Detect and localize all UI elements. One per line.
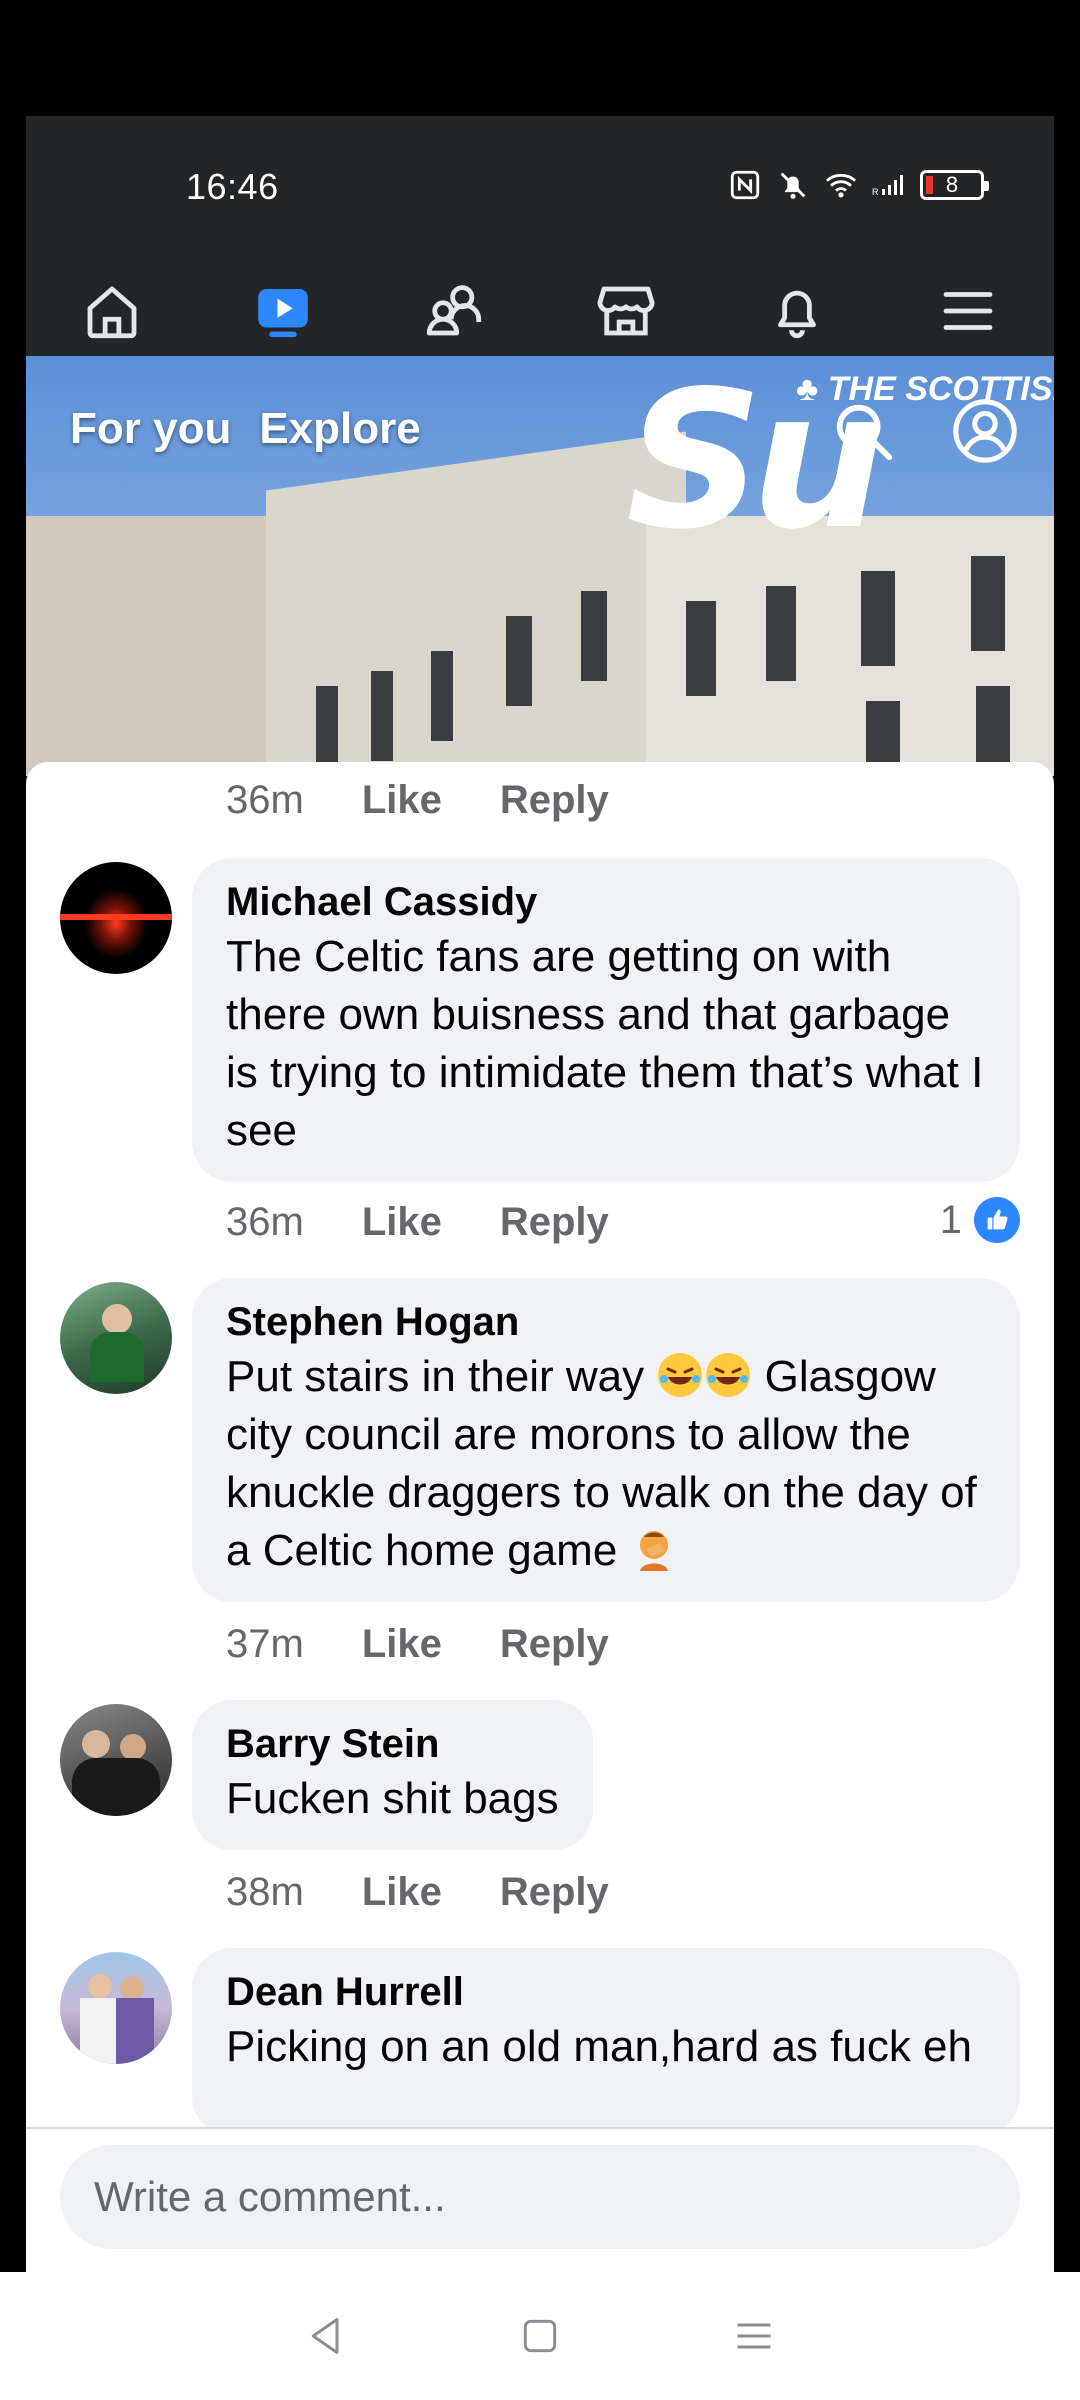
comment-text: Picking on an old man,hard as fuck eh: [226, 2022, 973, 2071]
comment-time: 36m: [226, 777, 304, 822]
friends-icon: [427, 285, 482, 336]
comment-text-part: Put stairs in their way: [226, 1352, 645, 1401]
comments-panel: 36m Like Reply Michael Cassidy The Celti…: [26, 762, 1054, 2272]
reply-button[interactable]: Reply: [500, 778, 609, 823]
like-button[interactable]: Like: [362, 1200, 442, 1245]
comment-bubble: Stephen Hogan Put stairs in their way Gl…: [192, 1278, 1020, 1602]
nav-notifications[interactable]: [711, 251, 882, 371]
nav-friends[interactable]: [369, 251, 540, 371]
laughing-emoji-icon: [706, 1353, 751, 1397]
video-window: [371, 671, 393, 761]
comment-time: 38m: [226, 1869, 304, 1914]
home-square-icon[interactable]: [518, 2314, 562, 2358]
like-button[interactable]: Like: [362, 778, 442, 823]
thumbs-up-icon: [974, 1197, 1020, 1243]
status-icons: R 8: [728, 168, 989, 202]
comment-bubble: Michael Cassidy The Celtic fans are gett…: [192, 858, 1020, 1182]
video-window: [581, 591, 607, 681]
notifications-icon: [778, 290, 816, 339]
video-window: [766, 586, 796, 681]
marketplace-icon: [597, 286, 655, 336]
video-window: [971, 556, 1005, 651]
tab-for-you[interactable]: For you: [70, 404, 231, 454]
mute-icon: [780, 172, 806, 199]
profile-icon[interactable]: [950, 396, 1020, 466]
video-window: [686, 601, 716, 696]
video-tabs: For you Explore: [70, 404, 421, 454]
comments-list[interactable]: 36m Like Reply Michael Cassidy The Celti…: [26, 762, 1054, 2127]
home-icon: [87, 286, 137, 339]
recents-icon[interactable]: [732, 2314, 776, 2358]
reply-button[interactable]: Reply: [500, 1870, 609, 1915]
comment-author[interactable]: Michael Cassidy: [226, 876, 986, 928]
comment-meta: 37m Like Reply: [226, 1614, 609, 1674]
video-player[interactable]: Su ♣ THE SCOTTISH For you Explore: [26, 356, 1054, 776]
comment-author[interactable]: Stephen Hogan: [226, 1296, 986, 1348]
like-button[interactable]: Like: [362, 1622, 442, 1667]
back-icon[interactable]: [304, 2314, 348, 2358]
nav-menu[interactable]: [883, 251, 1054, 371]
avatar[interactable]: [60, 862, 172, 974]
comment-text: The Celtic fans are getting on with ther…: [226, 932, 984, 1155]
battery-level: 8: [945, 172, 959, 197]
comment-bubble: Dean Hurrell Picking on an old man,hard …: [192, 1948, 1020, 2127]
comment-input[interactable]: Write a comment...: [60, 2145, 1020, 2249]
comment-meta: 38m Like Reply: [226, 1862, 609, 1922]
like-button[interactable]: Like: [362, 1870, 442, 1915]
status-time: 16:46: [186, 166, 279, 207]
menu-icon: [943, 292, 993, 330]
facepalm-emoji-icon: [639, 1531, 668, 1571]
comment-bubble: Barry Stein Fucken shit bags: [192, 1700, 593, 1850]
avatar[interactable]: [60, 1952, 172, 2064]
signal-icon: R: [872, 175, 903, 197]
nav-marketplace[interactable]: [540, 251, 711, 371]
video-window: [506, 616, 532, 706]
video-window: [431, 651, 453, 741]
svg-text:R: R: [872, 187, 879, 197]
comment-time: 37m: [226, 1621, 304, 1666]
video-window: [861, 571, 895, 666]
search-icon[interactable]: [828, 396, 898, 466]
wifi-icon: [825, 173, 857, 198]
reply-button[interactable]: Reply: [500, 1200, 609, 1245]
avatar[interactable]: [60, 1282, 172, 1394]
app-window: 16:46 R 8 Su ♣ THE SCOTTISH For you Expl…: [26, 116, 1054, 2272]
comment-author[interactable]: Dean Hurrell: [226, 1966, 986, 2018]
nav-video[interactable]: [197, 251, 368, 371]
tab-explore[interactable]: Explore: [259, 404, 420, 454]
reaction-count[interactable]: 1: [940, 1190, 1020, 1250]
comment-composer-bar: Write a comment...: [26, 2127, 1054, 2272]
comment-author[interactable]: Barry Stein: [226, 1718, 559, 1770]
reaction-number: 1: [939, 1197, 962, 1242]
nav-home[interactable]: [26, 251, 197, 371]
avatar[interactable]: [60, 1704, 172, 1816]
comment-text: Fucken shit bags: [226, 1774, 559, 1823]
comment-meta: 36m Like Reply: [226, 1192, 609, 1252]
reply-button[interactable]: Reply: [500, 1622, 609, 1667]
system-nav-bar: [0, 2272, 1080, 2400]
status-bar: 16:46 R 8: [26, 116, 1054, 251]
comment-time: 36m: [226, 1199, 304, 1244]
battery-icon: 8: [920, 170, 989, 200]
laughing-emoji-icon: [658, 1353, 703, 1397]
nfc-icon: [730, 170, 760, 200]
top-nav: [26, 251, 1054, 371]
comment-text: Put stairs in their way Glasgow city cou…: [226, 1348, 986, 1580]
video-icon: [258, 289, 308, 338]
comment-meta: 36m Like Reply: [226, 770, 609, 830]
